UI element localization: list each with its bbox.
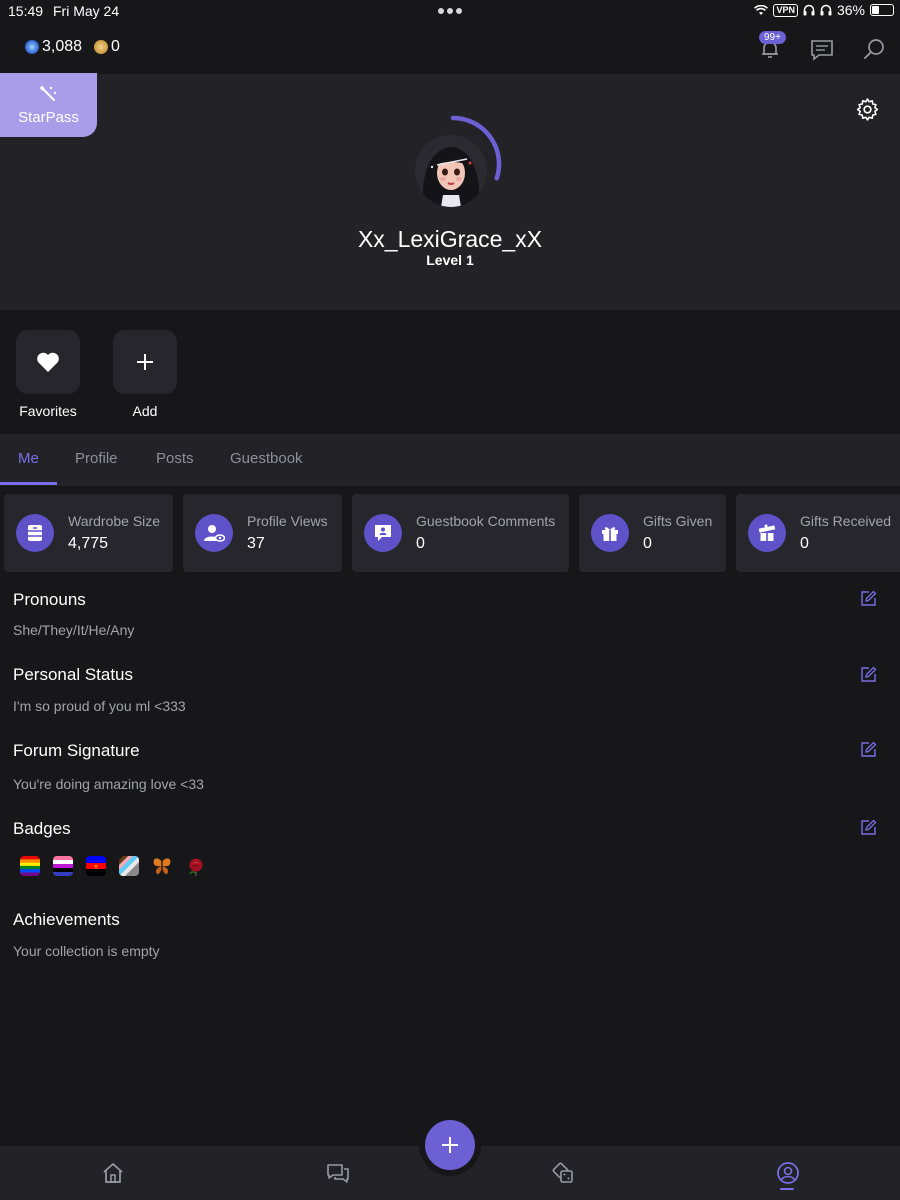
edit-forum-signature-icon[interactable] [860, 741, 877, 758]
messages-icon[interactable] [809, 36, 835, 62]
polyamory-flag-badge[interactable]: π [86, 856, 106, 876]
status-time: 15:49 [8, 3, 44, 19]
forum-signature-title: Forum Signature [13, 741, 140, 760]
stat-value: 0 [416, 535, 425, 552]
stat-card-wardrobe[interactable]: Wardrobe Size 4,775 [4, 494, 173, 572]
personal-status-title: Personal Status [13, 665, 134, 684]
coin-icon [94, 40, 108, 54]
edit-badges-icon[interactable] [860, 819, 877, 836]
stat-label: Gifts Received [800, 513, 892, 529]
stat-label: Gifts Given [643, 513, 713, 529]
stat-value: 37 [247, 535, 265, 552]
tab-profile[interactable]: Profile [75, 450, 118, 467]
plus-icon [137, 354, 153, 370]
starpass-wand-icon [39, 85, 57, 101]
avatar[interactable] [415, 135, 487, 207]
headphones-icon [803, 4, 815, 16]
pronouns-text: She/They/It/He/Any [13, 622, 135, 638]
gem-icon [25, 40, 39, 54]
heart-icon [37, 352, 59, 372]
achievements-text: Your collection is empty [13, 943, 160, 959]
gems-amount: 3,088 [42, 38, 83, 55]
create-icon [442, 1137, 458, 1153]
starpass-button[interactable]: StarPass [0, 73, 97, 137]
stat-label: Wardrobe Size [68, 513, 161, 529]
stat-value: 0 [800, 535, 809, 552]
tab-posts[interactable]: Posts [156, 450, 194, 467]
gems-counter[interactable]: 3,088 [25, 38, 82, 56]
stat-card-gifts-received[interactable]: Gifts Received 0 [736, 494, 900, 572]
guestbook-icon [364, 514, 402, 552]
active-nav-indicator [780, 1188, 794, 1190]
vpn-indicator: VPN [773, 3, 798, 17]
stat-label: Profile Views [247, 513, 328, 529]
profile-views-icon [195, 514, 233, 552]
personal-status-text: I'm so proud of you ml <333 [13, 698, 186, 714]
edit-pronouns-icon[interactable] [860, 590, 877, 607]
pronouns-title: Pronouns [13, 590, 86, 609]
avatar-image [415, 135, 487, 207]
butterfly-badge[interactable] [152, 856, 172, 876]
stat-card-gifts-given[interactable]: Gifts Given 0 [579, 494, 726, 572]
games-icon[interactable] [551, 1161, 575, 1185]
user-level: Level 1 [426, 252, 474, 268]
username: Xx_LexiGrace_xX [357, 226, 543, 252]
genderfluid-flag-badge[interactable] [53, 856, 73, 876]
coins-counter[interactable]: 0 [94, 38, 120, 56]
search-icon[interactable] [862, 36, 888, 62]
multitasking-dots-icon[interactable] [438, 8, 462, 14]
status-bar: 15:49 Fri May 24 VPN 36% [0, 0, 900, 22]
wifi-icon [754, 4, 769, 15]
badges-title: Badges [13, 819, 71, 838]
create-button[interactable] [425, 1120, 475, 1170]
tab-guestbook[interactable]: Guestbook [230, 450, 303, 467]
settings-gear-icon[interactable] [855, 97, 880, 122]
profile-tabs: Me Profile Posts Guestbook [0, 434, 900, 486]
favorites-button[interactable] [16, 330, 80, 394]
wardrobe-icon [16, 514, 54, 552]
favorites-label: Favorites [19, 403, 77, 419]
gift-open-icon [748, 514, 786, 552]
battery-icon [870, 4, 894, 16]
coins-amount: 0 [111, 38, 120, 55]
profile-icon[interactable] [776, 1161, 800, 1185]
battery-percent: 36% [836, 2, 865, 18]
progress-flag-badge[interactable] [119, 856, 139, 876]
stat-label: Guestbook Comments [416, 513, 556, 529]
chat-icon[interactable] [326, 1161, 350, 1185]
stat-value: 4,775 [68, 535, 109, 552]
edit-personal-status-icon[interactable] [860, 666, 877, 683]
rainbow-flag-badge[interactable] [20, 856, 40, 876]
gift-icon [591, 514, 629, 552]
stat-card-profile-views[interactable]: Profile Views 37 [183, 494, 342, 572]
stat-card-guestbook-comments[interactable]: Guestbook Comments 0 [352, 494, 569, 572]
rose-badge[interactable] [186, 856, 206, 876]
starpass-label: StarPass [18, 109, 79, 126]
headphones-icon [820, 4, 832, 16]
home-icon[interactable] [101, 1161, 125, 1185]
status-date: Fri May 24 [53, 3, 120, 19]
svg-text:π: π [94, 864, 98, 871]
add-button[interactable] [113, 330, 177, 394]
active-tab-indicator [0, 482, 57, 485]
tab-me[interactable]: Me [18, 450, 39, 467]
notifications-badge: 99+ [759, 31, 786, 44]
add-label: Add [132, 403, 158, 419]
forum-signature-text: You're doing amazing love <33 [13, 776, 204, 792]
achievements-title: Achievements [13, 910, 120, 929]
stat-value: 0 [643, 535, 652, 552]
